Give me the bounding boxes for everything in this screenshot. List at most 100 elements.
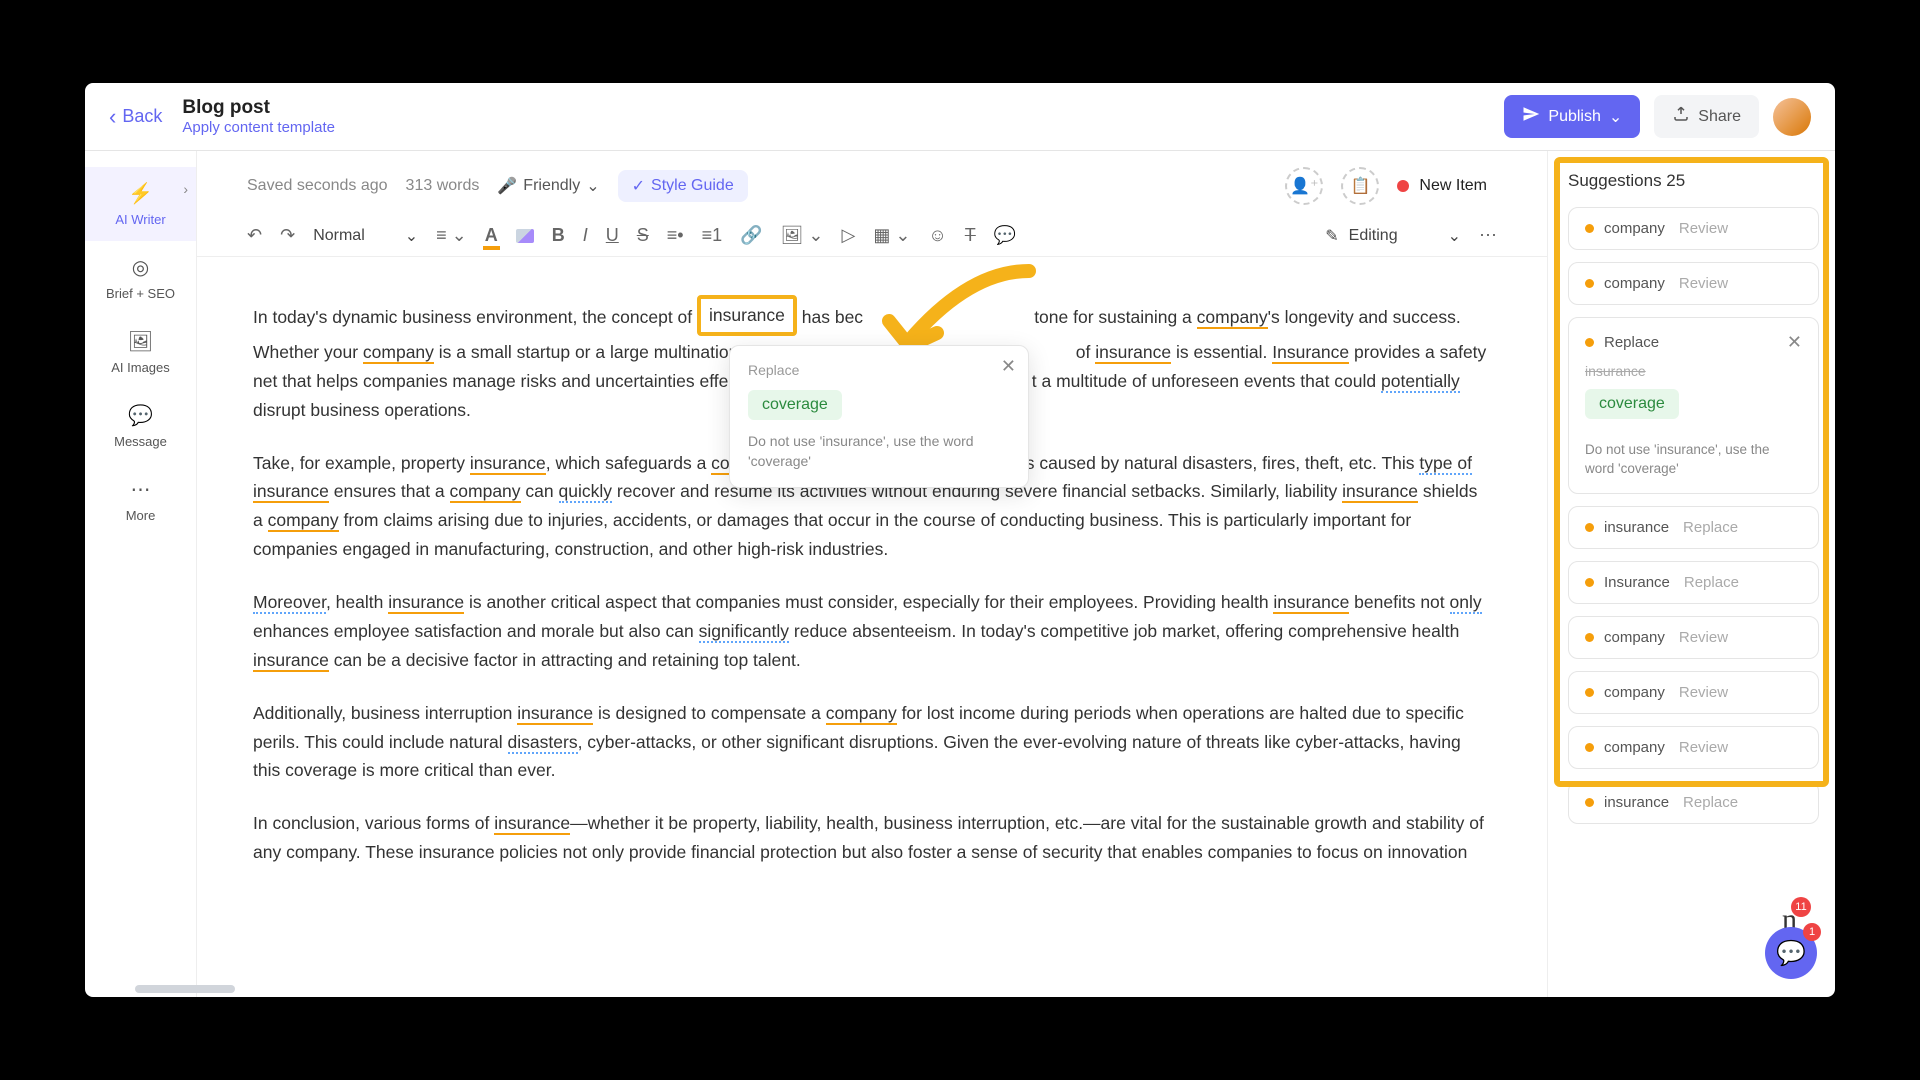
sidebar-item-label: AI Writer bbox=[115, 212, 165, 227]
image-icon: 🖼 bbox=[128, 329, 153, 354]
suggestion-chip[interactable]: coverage bbox=[748, 390, 842, 420]
new-item-status[interactable]: New Item bbox=[1397, 177, 1487, 195]
more-toolbar-button[interactable]: ⋯ bbox=[1479, 225, 1497, 246]
chat-icon: 💬 bbox=[128, 403, 153, 428]
clipboard-icon: 📋 bbox=[1350, 176, 1370, 196]
close-icon[interactable]: ✕ bbox=[1001, 356, 1016, 377]
status-dot-icon bbox=[1585, 798, 1594, 807]
header-actions: Publish ⌄ Share bbox=[1504, 95, 1811, 138]
chat-fab[interactable]: 💬 1 bbox=[1765, 927, 1817, 979]
suggestion-card[interactable]: insurance Replace bbox=[1568, 781, 1819, 824]
chat-badge: 1 bbox=[1803, 923, 1821, 941]
back-label: Back bbox=[122, 106, 162, 127]
page-title: Blog post bbox=[182, 97, 1504, 119]
redo-button[interactable]: ↷ bbox=[280, 225, 295, 246]
highlighted-word: insurance bbox=[697, 295, 797, 336]
bold-button[interactable]: B bbox=[552, 225, 565, 246]
suggestion-card[interactable]: company Review bbox=[1568, 726, 1819, 769]
sidebar-item-brief-seo[interactable]: ◎ Brief + SEO bbox=[85, 241, 196, 315]
heading-label: Normal bbox=[313, 227, 365, 245]
sidebar-item-more[interactable]: ⋯ More bbox=[85, 463, 196, 537]
suggestion-chip[interactable]: coverage bbox=[1585, 389, 1679, 419]
sidebar-item-label: AI Images bbox=[111, 360, 170, 375]
chevron-left-icon: ‹ bbox=[109, 104, 116, 130]
status-dot-icon bbox=[1585, 743, 1594, 752]
sidebar-item-ai-writer[interactable]: ⚡ AI Writer › bbox=[85, 167, 196, 241]
suggestion-card-expanded[interactable]: Replace ✕ insurance coverage Do not use … bbox=[1568, 317, 1819, 494]
share-button[interactable]: Share bbox=[1654, 95, 1759, 138]
add-collaborator-button[interactable]: 👤⁺ bbox=[1285, 167, 1323, 205]
sidebar-item-label: Message bbox=[114, 434, 167, 449]
image-button[interactable]: 🖼 ⌄ bbox=[781, 225, 824, 246]
table-button[interactable]: ▦ ⌄ bbox=[873, 225, 910, 246]
clipboard-button[interactable]: 📋 bbox=[1341, 167, 1379, 205]
scrollbar-thumb[interactable] bbox=[135, 985, 235, 993]
popup-title: Replace bbox=[748, 362, 1010, 378]
title-block: Blog post Apply content template bbox=[182, 97, 1504, 136]
editing-label: Editing bbox=[1349, 227, 1398, 245]
suggestion-card[interactable]: company Review bbox=[1568, 262, 1819, 305]
expanded-note: Do not use 'insurance', use the word 'co… bbox=[1585, 441, 1802, 479]
highlight-button[interactable] bbox=[516, 229, 534, 243]
play-button[interactable]: ▷ bbox=[841, 225, 855, 246]
expanded-title: Replace bbox=[1604, 334, 1659, 351]
number-list-button[interactable]: ≡1 bbox=[702, 225, 723, 246]
sidebar-item-label: More bbox=[126, 508, 156, 523]
emoji-button[interactable]: ☺ bbox=[928, 225, 946, 246]
logo-badge: 11 bbox=[1791, 897, 1811, 917]
font-color-button[interactable]: A bbox=[485, 225, 498, 246]
share-label: Share bbox=[1698, 108, 1741, 126]
avatar[interactable] bbox=[1773, 98, 1811, 136]
upload-icon bbox=[1672, 105, 1690, 128]
status-dot-icon bbox=[1585, 578, 1594, 587]
undo-button[interactable]: ↶ bbox=[247, 225, 262, 246]
main: Saved seconds ago 313 words 🎤 Friendly ⌄… bbox=[197, 151, 1547, 997]
status-dot-icon bbox=[1585, 224, 1594, 233]
pencil-icon: ✎ bbox=[1325, 226, 1338, 246]
publish-button[interactable]: Publish ⌄ bbox=[1504, 95, 1640, 138]
align-button[interactable]: ≡ ⌄ bbox=[436, 225, 467, 246]
new-item-label: New Item bbox=[1419, 177, 1487, 195]
send-icon bbox=[1522, 105, 1540, 128]
italic-button[interactable]: I bbox=[583, 225, 588, 246]
suggestion-card[interactable]: company Review bbox=[1568, 671, 1819, 714]
underline-button[interactable]: U bbox=[606, 225, 619, 246]
striked-word: insurance bbox=[1585, 363, 1802, 379]
chevron-down-icon: ⌄ bbox=[405, 226, 418, 246]
editing-mode-select[interactable]: ✎ Editing ⌄ bbox=[1325, 226, 1461, 246]
back-button[interactable]: ‹ Back bbox=[109, 104, 162, 130]
apply-template-link[interactable]: Apply content template bbox=[182, 119, 1504, 136]
status-dot-icon bbox=[1585, 279, 1594, 288]
suggestion-card[interactable]: company Review bbox=[1568, 207, 1819, 250]
chevron-right-icon[interactable]: › bbox=[183, 181, 188, 197]
link-button[interactable]: 🔗 bbox=[740, 225, 762, 246]
suggestion-card[interactable]: Insurance Replace bbox=[1568, 561, 1819, 604]
clear-format-button[interactable]: T bbox=[965, 225, 976, 246]
styleguide-button[interactable]: ✓ Style Guide bbox=[618, 170, 748, 202]
check-icon: ✓ bbox=[632, 176, 645, 196]
paragraph[interactable]: In conclusion, various forms of insuranc… bbox=[253, 809, 1491, 867]
chevron-down-icon: ⌄ bbox=[1448, 226, 1461, 246]
bullet-list-button[interactable]: ≡• bbox=[667, 225, 684, 246]
status-dot-icon bbox=[1585, 688, 1594, 697]
more-icon: ⋯ bbox=[131, 477, 151, 502]
saved-status: Saved seconds ago bbox=[247, 177, 388, 195]
sidebar-item-message[interactable]: 💬 Message bbox=[85, 389, 196, 463]
editor-body[interactable]: In today's dynamic business environment,… bbox=[197, 257, 1547, 997]
strike-button[interactable]: S bbox=[637, 225, 649, 246]
suggestion-card[interactable]: company Review bbox=[1568, 616, 1819, 659]
heading-select[interactable]: Normal ⌄ bbox=[313, 226, 418, 246]
close-icon[interactable]: ✕ bbox=[1787, 332, 1802, 353]
status-dot-icon bbox=[1585, 523, 1594, 532]
chevron-down-icon: ⌄ bbox=[1609, 107, 1622, 127]
paragraph[interactable]: Additionally, business interruption insu… bbox=[253, 699, 1491, 786]
paragraph[interactable]: Moreover, health insurance is another cr… bbox=[253, 588, 1491, 675]
suggestions-panel: Suggestions 25 company Review company Re… bbox=[1547, 151, 1835, 997]
mic-icon: 🎤 bbox=[497, 176, 517, 196]
suggestion-card[interactable]: insurance Replace bbox=[1568, 506, 1819, 549]
sidebar-item-label: Brief + SEO bbox=[106, 286, 175, 301]
toolbar: ↶ ↷ Normal ⌄ ≡ ⌄ A B I U S ≡• ≡1 🔗 🖼 ⌄ ▷… bbox=[197, 215, 1547, 257]
comment-button[interactable]: 💬 bbox=[994, 225, 1016, 246]
sidebar-item-ai-images[interactable]: 🖼 AI Images bbox=[85, 315, 196, 389]
tone-select[interactable]: 🎤 Friendly ⌄ bbox=[497, 176, 599, 196]
